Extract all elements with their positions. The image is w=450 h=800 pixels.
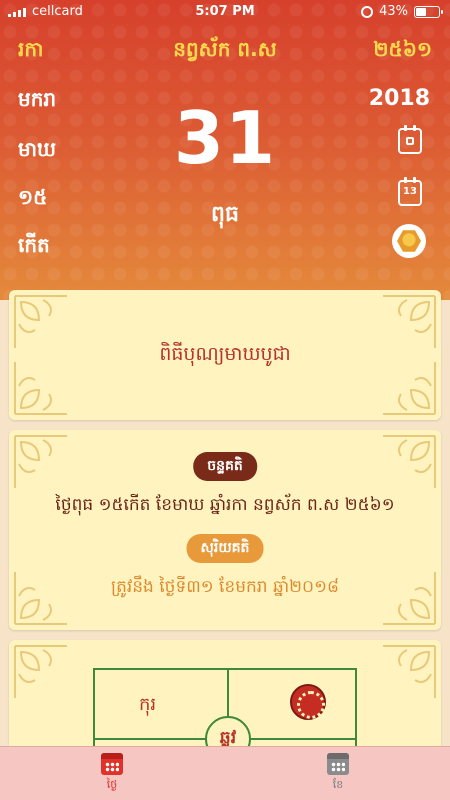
status-right: 43% — [361, 4, 443, 19]
solar-date-text: ត្រូវនឹង ថ្ងៃទី៣១ ខែមករា ឆ្នាំ២០១៨ — [111, 577, 339, 597]
zodiac-cell-label: កុរ — [139, 694, 157, 715]
calendar-icon-day: 13 — [403, 186, 417, 197]
battery-percent: 43% — [379, 4, 408, 19]
ornament-corner-icon — [13, 644, 69, 700]
header: cellcard 5:07 PM 43% រកា នព្វស័ក ព.ស ២៥៦… — [0, 0, 450, 300]
status-bar: cellcard 5:07 PM 43% — [0, 0, 450, 24]
app-root: cellcard 5:07 PM 43% រកា នព្វស័ក ព.ស ២៥៦… — [0, 0, 450, 800]
battery-icon — [414, 5, 443, 18]
date-info-card: ចន្ទគតិ ថ្ងៃពុធ ១៥កើត ខែមាឃ ឆ្នាំរកា នព្… — [9, 430, 441, 630]
snake-zodiac-icon — [290, 684, 326, 720]
ornament-corner-icon — [381, 434, 437, 490]
calendar-grid-icon — [327, 753, 349, 775]
calendar-today-icon[interactable] — [398, 125, 422, 154]
weekday-label: ពុធ — [211, 202, 239, 227]
buddhist-year: ២៥៦១ — [373, 37, 432, 61]
buddha-icon[interactable] — [392, 224, 426, 258]
tab-bar: ថ្ងៃ ខែ — [0, 746, 450, 800]
tab-day-label: ថ្ងៃ — [106, 778, 118, 791]
lunar-date-text: ថ្ងៃពុធ ១៥កើត ខែមាឃ ឆ្នាំរកា នព្វស័ក ព.ស… — [55, 495, 395, 515]
tab-month-label: ខែ — [332, 778, 344, 791]
event-card[interactable]: ពិធីបុណ្យមាឃបូជា — [9, 290, 441, 420]
rotation-lock-icon — [361, 5, 374, 18]
moon-phase-label: កើត — [18, 233, 50, 257]
ornament-corner-icon — [381, 644, 437, 700]
day-number: 31 — [173, 96, 277, 180]
ornament-corner-icon — [13, 434, 69, 490]
event-title: ពិធីបុណ្យមាឃបូជា — [159, 343, 291, 365]
calendar-icon — [101, 753, 123, 775]
lunar-badge: ចន្ទគតិ — [193, 452, 257, 481]
calendar-13-icon[interactable]: 13 — [398, 177, 422, 206]
tab-day[interactable]: ថ្ងៃ — [72, 753, 152, 794]
tab-month[interactable]: ខែ — [298, 753, 378, 794]
solar-badge: សុរិយគតិ — [186, 534, 264, 563]
